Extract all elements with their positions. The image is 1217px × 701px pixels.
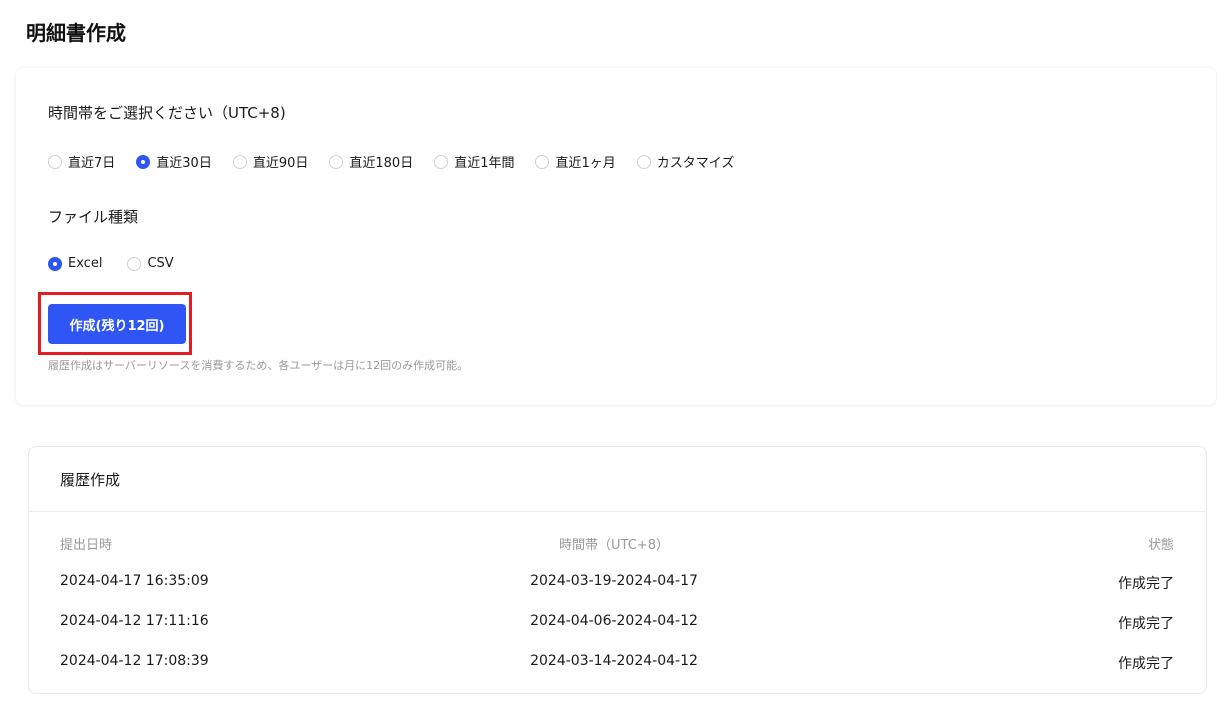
radio-circle-icon: [232, 154, 247, 169]
column-header-range: 時間帯（UTC+8）: [559, 538, 669, 553]
range-cell: 2024-03-14-2024-04-12: [530, 653, 698, 669]
file-type-label: ファイル種類: [48, 208, 139, 226]
radio-checked-icon: [48, 256, 62, 271]
range-cell: 2024-03-19-2024-04-17: [530, 573, 698, 589]
radio-circle-icon: [434, 154, 449, 169]
radio-checked-icon: [136, 154, 151, 169]
radio-csv[interactable]: CSV: [127, 256, 174, 271]
status-cell: 作成完了: [1118, 656, 1174, 672]
submitted-cell: 2024-04-17 16:35:09: [60, 573, 209, 589]
radio-last-7-days[interactable]: 直近7日: [48, 152, 115, 171]
timezone-label: 時間帯をご選択ください（UTC+8): [48, 104, 286, 122]
radio-circle-icon: [535, 154, 550, 169]
submitted-cell: 2024-04-12 17:11:16: [60, 613, 209, 629]
radio-circle-icon: [329, 154, 344, 169]
radio-last-1-month[interactable]: 直近1ヶ月: [535, 152, 616, 171]
status-cell: 作成完了: [1118, 616, 1174, 632]
radio-circle-icon: [636, 154, 651, 169]
column-header-status: 状態: [1147, 538, 1174, 553]
radio-customize[interactable]: カスタマイズ: [636, 152, 734, 171]
radio-last-180-days[interactable]: 直近180日: [329, 152, 413, 171]
divider: [29, 511, 1206, 512]
radio-circle-icon: [127, 256, 142, 271]
radio-excel[interactable]: Excel: [48, 256, 102, 271]
radio-last-90-days[interactable]: 直近90日: [232, 152, 308, 171]
usage-note: 履歴作成はサーバーリソースを消費するため、各ユーザーは月に12回のみ作成可能。: [48, 359, 469, 372]
radio-circle-icon: [48, 154, 62, 169]
create-button[interactable]: 作成(残り12回): [48, 304, 186, 344]
file-type-radio-group: Excel CSV: [48, 256, 174, 271]
radio-last-1-year[interactable]: 直近1年間: [434, 152, 514, 171]
timezone-radio-group: 直近7日 直近30日 直近90日 直近180日 直近1年間 直近1ヶ月 カスタマ…: [48, 152, 734, 171]
radio-last-30-days[interactable]: 直近30日: [136, 152, 212, 171]
page-title: 明細書作成: [26, 21, 126, 45]
history-card: 履歴作成 提出日時 時間帯（UTC+8） 状態 2024-04-17 16:35…: [28, 446, 1207, 694]
history-title: 履歴作成: [60, 471, 121, 489]
range-cell: 2024-04-06-2024-04-12: [530, 613, 698, 629]
column-header-submitted: 提出日時: [60, 538, 113, 553]
status-cell: 作成完了: [1118, 576, 1174, 592]
statement-form-card: 時間帯をご選択ください（UTC+8) 直近7日 直近30日 直近90日 直近18…: [16, 68, 1216, 405]
submitted-cell: 2024-04-12 17:08:39: [60, 653, 209, 669]
